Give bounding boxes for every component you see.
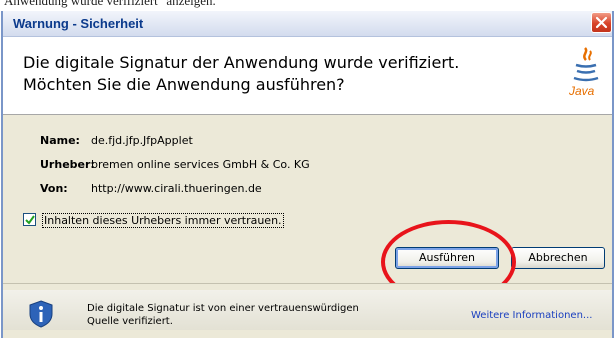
signature-note: Die digitale Signatur ist von einer vert… <box>87 303 359 327</box>
title-bar[interactable]: Warnung - Sicherheit <box>3 11 612 37</box>
trust-publisher-checkbox[interactable] <box>23 213 36 226</box>
message-line-2: Möchten Sie die Anwendung ausführen? <box>23 75 345 94</box>
security-warning-dialog: Warnung - Sicherheit Die digitale Signat… <box>1 11 614 338</box>
warning-message: Die digitale Signatur der Anwendung wurd… <box>23 52 543 96</box>
close-button[interactable] <box>591 12 612 33</box>
trust-publisher-label[interactable]: Inhalten dieses Urhebers immer vertrauen… <box>42 213 284 228</box>
publisher-value: bremen online services GmbH & Co. KG <box>91 158 310 171</box>
java-cup-icon <box>573 47 599 82</box>
checkmark-icon <box>25 215 35 225</box>
footer-panel: Die digitale Signatur ist von einer vert… <box>3 290 612 330</box>
footer-info: Die digitale Signatur ist von einer vert… <box>3 283 612 338</box>
more-info-link[interactable]: Weitere Informationen... <box>471 310 592 321</box>
shield-info-icon <box>29 300 53 328</box>
from-label: Von: <box>40 182 68 195</box>
publisher-label: Urheber: <box>40 158 95 171</box>
close-icon <box>595 16 608 29</box>
java-wordmark: Java <box>569 84 595 98</box>
message-line-1: Die digitale Signatur der Anwendung wurd… <box>23 53 460 72</box>
java-logo: Java <box>567 44 607 102</box>
cancel-button[interactable]: Abbrechen <box>511 247 605 269</box>
name-label: Name: <box>40 134 80 147</box>
name-value: de.fjd.jfp.JfpApplet <box>91 134 193 147</box>
background-caption: Anwendung wurde verifiziert" anzeigen. <box>4 0 216 8</box>
from-value: http://www.cirali.thueringen.de <box>91 182 262 195</box>
dialog-title: Warnung - Sicherheit <box>13 16 144 31</box>
message-header: Die digitale Signatur der Anwendung wurd… <box>3 37 612 115</box>
